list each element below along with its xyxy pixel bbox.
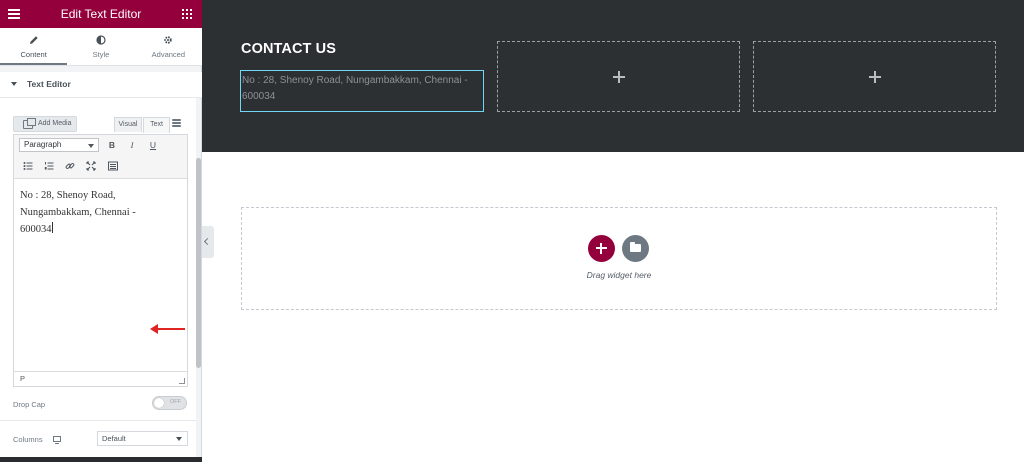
panel-header: Edit Text Editor bbox=[0, 0, 202, 28]
dynamic-tags-icon[interactable] bbox=[172, 119, 181, 129]
bullet-list-icon[interactable] bbox=[23, 161, 33, 171]
link-icon[interactable] bbox=[65, 161, 75, 171]
tab-advanced[interactable]: Advanced bbox=[135, 28, 202, 65]
editor-toolbar: Paragraph B I U bbox=[14, 135, 187, 179]
panel-tabs: Content Style Advanced bbox=[0, 28, 202, 66]
tab-style[interactable]: Style bbox=[67, 28, 134, 65]
chevron-down-icon bbox=[176, 437, 182, 441]
desktop-icon[interactable] bbox=[53, 436, 61, 444]
scrollbar-thumb[interactable] bbox=[196, 158, 201, 368]
plus-icon[interactable] bbox=[868, 70, 881, 83]
add-media-label: Add Media bbox=[38, 120, 72, 127]
contact-section[interactable]: CONTACT US No : 28, Shenoy Road, Nungamb… bbox=[202, 0, 1024, 152]
text-editor-widget[interactable]: No : 28, Shenoy Road, Nungambakkam, Chen… bbox=[240, 70, 484, 112]
columns-select-value: Default bbox=[102, 434, 126, 443]
resize-handle[interactable] bbox=[179, 378, 185, 384]
content-line-last: 600034 bbox=[20, 221, 180, 238]
toolbar-toggle-icon[interactable] bbox=[108, 161, 118, 171]
fullscreen-icon[interactable] bbox=[86, 161, 96, 171]
chevron-down-icon bbox=[88, 144, 94, 148]
section-title: Text Editor bbox=[27, 79, 71, 89]
caret-down-icon bbox=[11, 82, 17, 86]
panel-footer bbox=[0, 457, 202, 462]
tab-advanced-label: Advanced bbox=[151, 50, 185, 59]
editor-panel: Edit Text Editor Content Style Advanced … bbox=[0, 0, 202, 462]
toggle-knob bbox=[154, 398, 164, 408]
widgets-grid-icon[interactable] bbox=[182, 9, 192, 19]
editor-statusbar: P bbox=[14, 371, 187, 386]
bold-button[interactable]: B bbox=[106, 139, 118, 151]
media-icon bbox=[23, 118, 36, 129]
controls-area: Add Media Visual Text Paragraph B I U No… bbox=[0, 98, 196, 462]
content-line: No : 28, Shenoy Road, bbox=[20, 190, 116, 201]
rich-text-editor[interactable]: Paragraph B I U No: 28, Shenoy Road, Nu… bbox=[13, 134, 188, 387]
gear-icon bbox=[135, 35, 202, 47]
plus-icon[interactable] bbox=[612, 70, 625, 83]
italic-button[interactable]: I bbox=[126, 139, 138, 151]
panel-scrollbar[interactable] bbox=[196, 98, 201, 462]
tab-content-label: Content bbox=[20, 50, 47, 59]
divider bbox=[0, 420, 196, 421]
drop-cap-toggle[interactable]: OFF bbox=[152, 396, 187, 410]
text-cursor bbox=[51, 222, 53, 233]
empty-column[interactable] bbox=[753, 41, 996, 112]
drag-widget-hint: Drag widget here bbox=[586, 270, 652, 280]
editor-tab-text[interactable]: Text bbox=[143, 117, 170, 133]
section-toggle-text-editor[interactable]: Text Editor bbox=[0, 72, 202, 98]
add-media-button[interactable]: Add Media bbox=[13, 116, 77, 132]
half-circle-icon bbox=[67, 35, 134, 47]
folder-icon bbox=[630, 242, 641, 252]
editor-tab-visual[interactable]: Visual bbox=[114, 117, 142, 132]
tab-content[interactable]: Content bbox=[0, 28, 68, 65]
format-select-value: Paragraph bbox=[24, 140, 62, 149]
underline-button[interactable]: U bbox=[147, 139, 159, 151]
empty-column[interactable] bbox=[497, 41, 740, 112]
pencil-icon bbox=[0, 35, 67, 47]
contact-heading[interactable]: CONTACT US bbox=[241, 41, 336, 57]
columns-select[interactable]: Default bbox=[97, 431, 188, 446]
address-text: No : 28, Shenoy Road, Nungambakkam, Chen… bbox=[242, 75, 468, 102]
format-select[interactable]: Paragraph bbox=[19, 138, 99, 152]
content-line-text: 600034 bbox=[20, 224, 52, 235]
editor-content[interactable]: No : 28, Shenoy Road, Nungambakkam, Chen… bbox=[20, 187, 180, 238]
collapse-panel-button[interactable] bbox=[202, 226, 214, 258]
tab-style-label: Style bbox=[92, 50, 110, 59]
add-section-dropzone[interactable]: Drag widget here bbox=[241, 207, 997, 310]
drop-cap-label: Drop Cap bbox=[13, 400, 46, 409]
toggle-state: OFF bbox=[170, 399, 181, 405]
annotation-arrow bbox=[150, 324, 185, 334]
columns-label: Columns bbox=[13, 435, 43, 444]
content-line: Nungambakkam, Chennai - bbox=[20, 207, 136, 218]
numbered-list-icon[interactable] bbox=[44, 161, 54, 171]
panel-title: Edit Text Editor bbox=[60, 7, 142, 21]
element-path[interactable]: P bbox=[20, 374, 25, 383]
add-template-button[interactable] bbox=[622, 235, 649, 262]
add-section-button[interactable] bbox=[588, 235, 615, 262]
